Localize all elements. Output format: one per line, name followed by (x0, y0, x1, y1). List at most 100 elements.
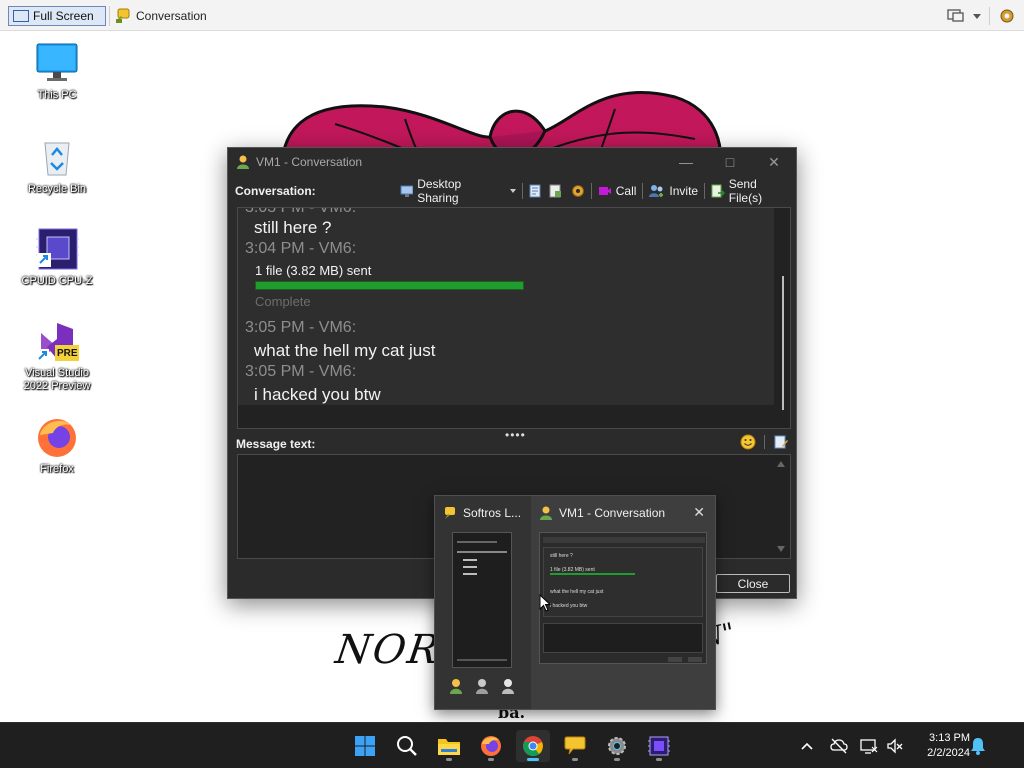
save-document-icon (549, 184, 561, 198)
desktop-icon-recycle-bin[interactable]: Recycle Bin (20, 135, 95, 196)
softros-messenger-icon (445, 507, 455, 519)
user-icon (237, 155, 249, 169)
desktop-sharing-icon (400, 185, 414, 197)
clock-time: 3:13 PM (929, 732, 970, 744)
close-button[interactable]: Close (716, 574, 790, 593)
document-icon (529, 184, 541, 198)
toolbar-divider (989, 7, 990, 25)
message-tools (740, 434, 789, 450)
desktop-icon-label: CPUID CPU-Z (21, 275, 93, 287)
firefox-icon (481, 736, 501, 756)
minimize-button[interactable]: — (664, 148, 708, 176)
taskbar-search-button[interactable] (390, 730, 424, 762)
history-button[interactable] (525, 184, 545, 198)
format-text-icon[interactable] (773, 434, 789, 450)
file-explorer-icon (438, 739, 460, 755)
splitter-handle[interactable]: •••• (505, 429, 526, 441)
file-transfer-progress (255, 281, 524, 290)
scroll-down-icon[interactable] (777, 546, 785, 552)
thumbnail-conversation[interactable]: VM1 - Conversation ✕ still here ? 1 file… (531, 496, 715, 709)
chrome-icon (523, 736, 543, 757)
notification-bell-icon[interactable] (970, 737, 986, 755)
taskbar-thumbnail-popup: Softros L... VM1 - Conversation ✕ still … (434, 495, 716, 710)
message-header: 3:04 PM - VM6: (245, 240, 357, 257)
thumbnail-title: Softros L... (443, 506, 521, 520)
fullscreen-button[interactable]: Full Screen (8, 6, 106, 26)
desktop-sharing-label: Desktop Sharing (417, 177, 462, 205)
running-indicator (488, 758, 494, 761)
running-indicator (527, 758, 539, 761)
close-window-button[interactable]: ✕ (752, 148, 796, 176)
desktop-sharing-button[interactable]: Desktop Sharing (396, 177, 520, 205)
taskbar-clock[interactable]: 3:13 PM 2/2/2024 (908, 731, 970, 761)
desktop-icon-this-pc[interactable]: This PC (20, 41, 95, 102)
cpu-z-icon (36, 228, 79, 270)
maximize-button[interactable]: □ (708, 148, 752, 176)
start-button[interactable] (348, 730, 382, 762)
invite-button[interactable]: Invite (645, 184, 702, 198)
message-text: i hacked you btw (254, 385, 381, 404)
toolbar-divider (642, 183, 644, 199)
toolbar-divider (704, 183, 706, 199)
chat-history[interactable]: 3:03 PM - VM6: still here ? 3:04 PM - VM… (237, 207, 791, 429)
softros-messenger-icon (564, 736, 586, 755)
mouse-cursor-icon (539, 594, 551, 612)
monitor-icon (36, 43, 78, 81)
taskbar-firefox[interactable] (474, 730, 508, 762)
desktop-icon-label: Recycle Bin (27, 183, 87, 195)
recycle-bin-icon (44, 142, 70, 176)
desktop-icon-visual-studio[interactable]: PRE Visual Studio 2022 Preview (20, 319, 95, 393)
taskbar-softros-messenger[interactable] (558, 730, 592, 762)
viewer-right-tools (947, 6, 1016, 26)
settings-button[interactable] (567, 184, 589, 198)
toolbar-divider (109, 6, 110, 26)
call-label: Call (615, 184, 637, 198)
chevron-down-icon (509, 189, 516, 193)
firefox-icon (38, 419, 76, 457)
message-text: still here ? (254, 218, 332, 237)
session-title: Conversation (136, 9, 207, 23)
clock-date: 2/2/2024 (927, 747, 970, 759)
save-conversation-button[interactable] (545, 184, 567, 198)
chat-history-content: 3:03 PM - VM6: still here ? 3:04 PM - VM… (238, 208, 774, 405)
desktop-icon-label: This PC (37, 89, 77, 101)
scroll-up-icon[interactable] (777, 461, 785, 467)
thumbnail-line: what the hell my cat just (550, 589, 604, 595)
call-button[interactable]: Call (594, 184, 641, 198)
network-icon[interactable] (860, 737, 878, 755)
history-scrollbar[interactable] (782, 276, 784, 410)
desktop-icon-cpu-z[interactable]: CPUID CPU-Z (20, 227, 95, 288)
window-title: VM1 - Conversation (256, 155, 363, 169)
monitors-icon[interactable] (947, 8, 965, 24)
gear-icon[interactable] (998, 7, 1016, 25)
message-header: 3:05 PM - VM6: (245, 319, 357, 336)
taskbar-file-explorer[interactable] (432, 730, 466, 762)
user-icon (540, 506, 552, 520)
video-call-icon (598, 187, 611, 195)
taskbar-cpu-z[interactable] (642, 730, 676, 762)
user-icon (450, 679, 462, 694)
wallpaper-scribble: NOR (332, 627, 444, 673)
send-file-icon (711, 184, 725, 198)
invite-users-icon (649, 185, 664, 197)
chevron-up-icon[interactable] (798, 737, 816, 755)
emoji-icon[interactable] (740, 434, 756, 450)
cloud-offline-icon[interactable] (830, 737, 848, 755)
session-tab[interactable]: Conversation (115, 6, 207, 26)
thumbnail-line: still here ? (550, 553, 573, 559)
cpu-z-icon (648, 736, 670, 756)
toolbar-label: Conversation: (235, 184, 316, 198)
gear-icon (571, 185, 584, 197)
progress-fill (256, 282, 523, 289)
desktop-icon-firefox[interactable]: Firefox (20, 415, 95, 476)
taskbar-chrome[interactable] (516, 730, 550, 762)
user-icon (476, 679, 488, 694)
volume-muted-icon[interactable] (886, 737, 904, 755)
thumbnail-softros[interactable]: Softros L... (435, 496, 531, 709)
chevron-down-icon[interactable] (973, 13, 981, 19)
thumbnail-preview: still here ? 1 file (3.82 MB) sent what … (539, 532, 707, 664)
send-files-button[interactable]: Send File(s) (707, 177, 796, 205)
fullscreen-label: Full Screen (33, 9, 94, 23)
taskbar-settings[interactable] (600, 730, 634, 762)
close-thumbnail-button[interactable]: ✕ (693, 504, 705, 521)
